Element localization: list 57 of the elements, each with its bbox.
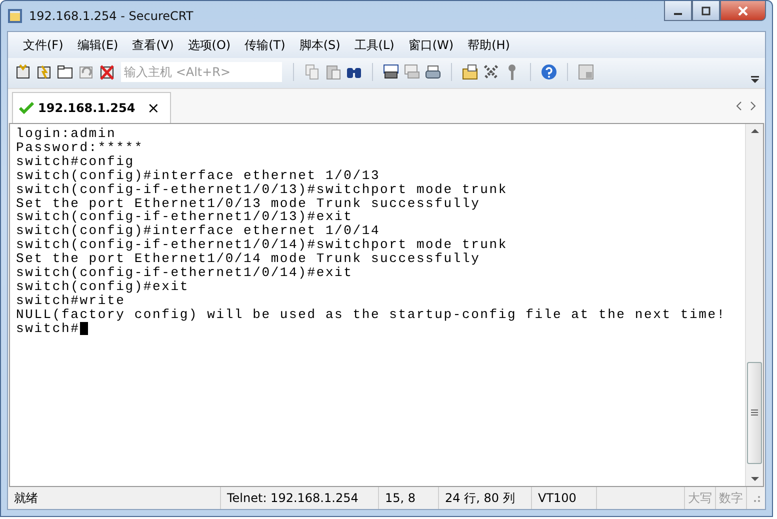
terminal-line: switch#write [16,292,126,308]
resize-grip-icon[interactable] [751,493,761,503]
terminal-line: switch(config)#interface ethernet 1/0/14 [16,223,380,238]
session-tab[interactable]: 192.168.1.254 × [12,92,171,123]
terminal-line: switch(config)#interface ethernet 1/0/13 [16,168,380,183]
terminal-line: Set the port Ethernet1/0/13 mode Trunk successfully [16,196,480,211]
check-icon [19,102,34,114]
key-indicator: 数字 [716,487,747,509]
maximize-button[interactable] [692,1,720,21]
terminal-line: switch(config-if-ethernet1/0/14)#exit [16,265,353,280]
menu-item[interactable]: 查看(V) [125,36,181,54]
terminal-size: 24 行, 80 列 [439,487,532,509]
tab-close-button[interactable]: × [147,99,160,117]
minimize-button[interactable] [664,1,692,21]
help-icon[interactable] [540,63,558,81]
menu-item[interactable]: 文件(F) [16,36,70,54]
disconnect-icon[interactable] [98,63,116,81]
host-field[interactable]: 输入主机 <Alt+R> [121,62,282,82]
menu-item[interactable]: 选项(O) [180,36,238,54]
terminal-line: Password:***** [16,140,144,155]
status-text: 就绪 [8,487,221,509]
toolbar-overflow-icon[interactable] [751,74,759,84]
cursor-position: 15, 8 [379,487,439,509]
connect-icon[interactable] [14,63,32,81]
folder-icon[interactable] [461,63,479,81]
key-indicator: 大写 [685,487,716,509]
menu-item[interactable]: 工具(L) [347,36,402,54]
quick-connect-icon[interactable] [35,63,53,81]
terminal-line: switch(config-if-ethernet1/0/13)#exit [16,209,353,224]
terminal-line: Set the port Ethernet1/0/14 mode Trunk successfully [16,251,480,266]
grip-icon [751,409,758,417]
scroll-up-icon[interactable] [750,128,758,134]
scroll-down-icon[interactable] [750,476,758,482]
menu-item[interactable]: 传输(T) [238,36,292,54]
minimize-icon [674,12,682,14]
close-icon [737,6,749,16]
menu-item[interactable]: 帮助(H) [460,36,517,54]
close-button[interactable] [720,1,766,21]
terminal-line: switch#config [16,154,134,169]
menu-item[interactable]: 脚本(S) [292,36,348,54]
menu-item[interactable]: 编辑(E) [70,36,126,54]
scroll-left-icon[interactable] [735,101,743,111]
scrollbar[interactable] [745,124,763,486]
app-icon [7,8,23,24]
window-title: 192.168.1.254 - SecureCRT [29,9,194,23]
terminal-line: switch# [16,320,80,336]
scroll-right-icon[interactable] [749,101,757,111]
maximize-icon [701,6,711,16]
printer-icon[interactable] [424,63,442,81]
terminal-line: switch(config-if-ethernet1/0/13)#switchport mode trunk [16,182,508,197]
emulation-type: VT100 [532,487,597,509]
terminal-line: NULL(factory config) will be used as the startup-config file at the next time! [16,306,726,322]
terminal-line: switch(config)#exit [16,278,189,294]
menu-item[interactable]: 窗口(W) [401,36,461,54]
terminal-line: switch(config-if-ethernet1/0/14)#switchport mode trunk [16,237,508,252]
connection-status: Telnet: 192.168.1.254 [221,487,379,509]
terminal-line: login:admin [16,126,116,141]
